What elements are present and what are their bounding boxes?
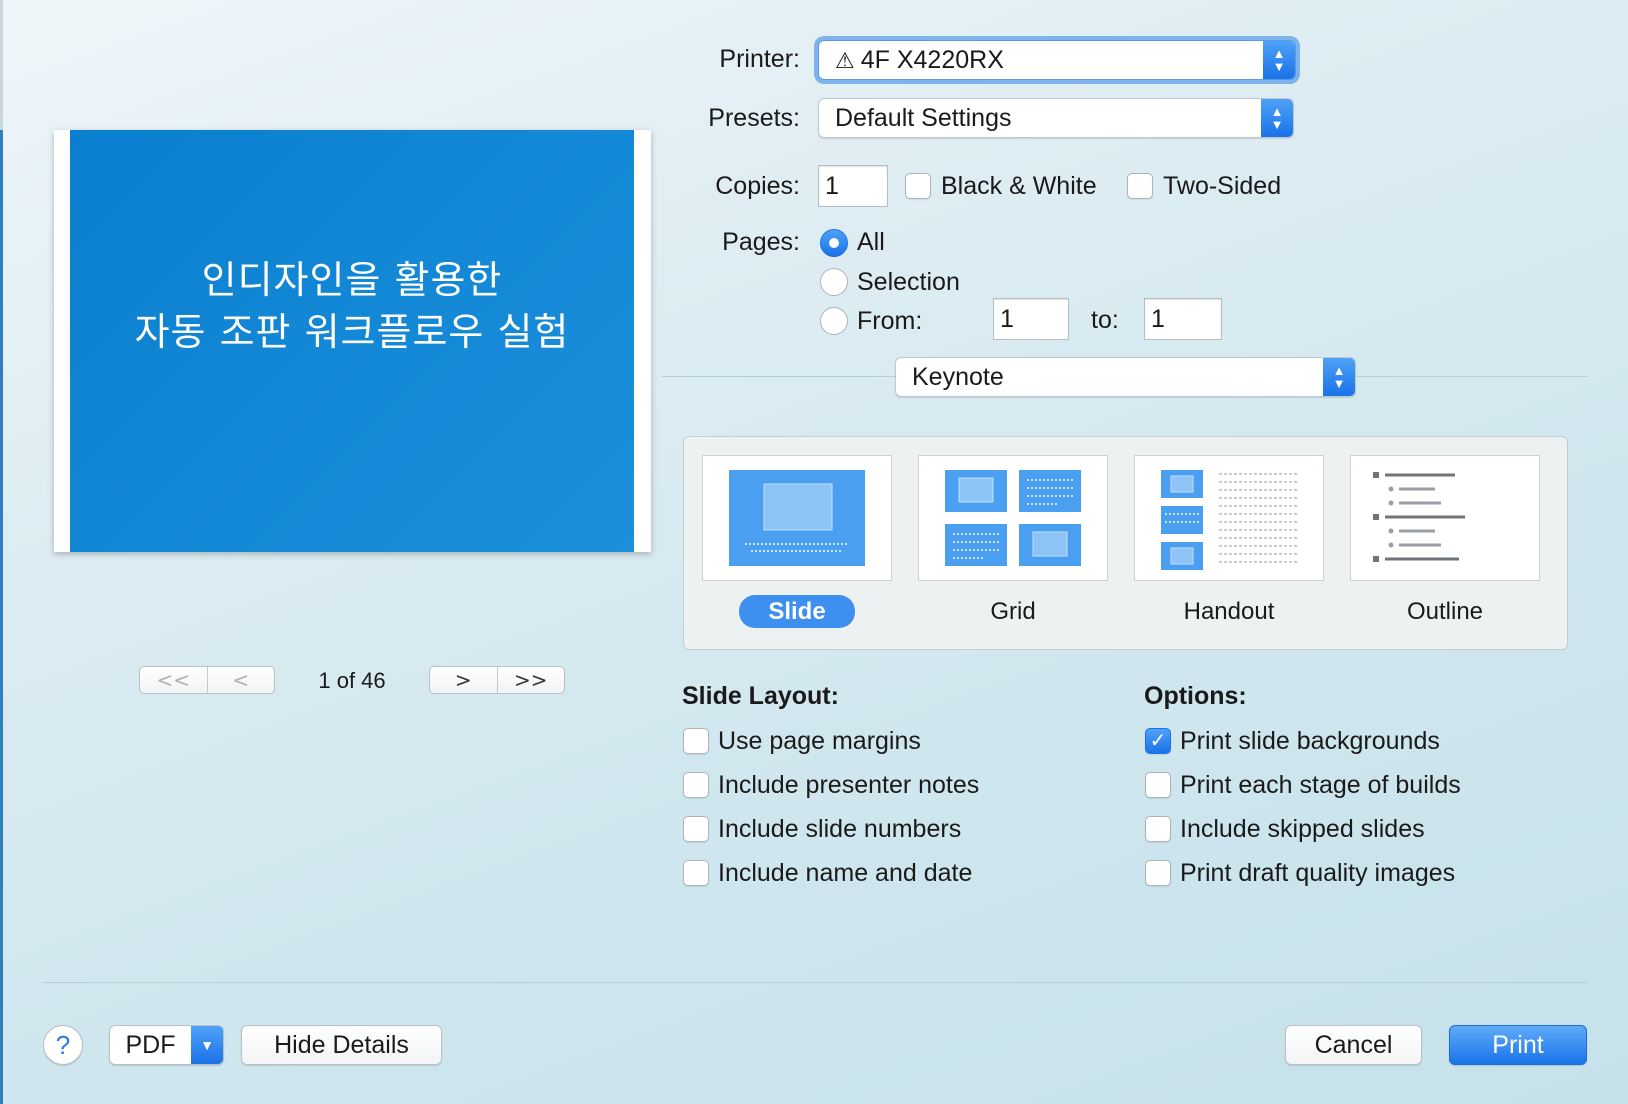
include-slide-numbers-checkbox[interactable] xyxy=(683,816,709,842)
layout-outline-thumbnail[interactable] xyxy=(1350,455,1540,581)
include-slide-numbers-label: Include slide numbers xyxy=(718,815,962,843)
layout-handout-label[interactable]: Handout xyxy=(1134,598,1324,626)
pdf-menu-button[interactable]: PDF ▼ xyxy=(109,1025,224,1065)
last-page-button[interactable]: >> xyxy=(496,667,565,693)
grid-layout-icon xyxy=(945,470,1081,566)
black-white-checkbox[interactable] xyxy=(905,173,931,199)
presets-value: Default Settings xyxy=(835,103,1012,132)
outline-layout-icon xyxy=(1373,472,1465,562)
include-name-date-checkbox[interactable] xyxy=(683,860,709,886)
pages-from-label: From: xyxy=(857,307,923,335)
presets-popup[interactable]: Default Settings ▲ ▼ xyxy=(818,98,1294,138)
layout-slide-thumbnail[interactable] xyxy=(702,455,892,581)
include-skipped-slides-checkbox[interactable] xyxy=(1145,816,1171,842)
include-presenter-notes-label: Include presenter notes xyxy=(718,771,980,799)
print-slide-backgrounds-label: Print slide backgrounds xyxy=(1180,727,1440,755)
print-slide-backgrounds-checkbox[interactable]: ✓ xyxy=(1145,728,1171,754)
preview-back-nav: << < xyxy=(139,666,275,694)
pages-label: Pages: xyxy=(722,228,800,256)
help-button[interactable]: ? xyxy=(43,1025,83,1065)
print-button[interactable]: Print xyxy=(1449,1025,1587,1065)
copies-label: Copies: xyxy=(715,172,800,200)
app-options-popup[interactable]: Keynote ▲ ▼ xyxy=(895,357,1356,397)
include-presenter-notes-checkbox[interactable] xyxy=(683,772,709,798)
hide-details-button[interactable]: Hide Details xyxy=(241,1025,442,1065)
presets-label: Presets: xyxy=(708,104,800,132)
print-each-stage-label: Print each stage of builds xyxy=(1180,771,1461,799)
preview-slide: 인디자인을 활용한 자동 조판 워크플로우 실험 xyxy=(70,130,634,552)
pages-selection-radio[interactable] xyxy=(820,268,848,296)
layout-grid-thumbnail[interactable] xyxy=(918,455,1108,581)
options-title: Options: xyxy=(1144,682,1247,710)
printer-value: 4F X4220RX xyxy=(860,45,1004,74)
popup-arrows-icon: ▲ ▼ xyxy=(1323,358,1355,396)
background-window-edge xyxy=(0,130,3,1104)
slide-title-line-2: 자동 조판 워크플로우 실험 xyxy=(134,310,570,354)
pages-all-label: All xyxy=(857,228,885,256)
chevron-down-icon: ▼ xyxy=(191,1026,223,1064)
print-each-stage-checkbox[interactable] xyxy=(1145,772,1171,798)
pages-from-radio[interactable] xyxy=(820,307,848,335)
from-page-field[interactable]: 1 xyxy=(993,298,1069,340)
black-white-label: Black & White xyxy=(941,172,1097,200)
slide-title-line-1: 인디자인을 활용한 xyxy=(201,258,503,302)
printer-label: Printer: xyxy=(719,45,800,73)
layout-handout-thumbnail[interactable] xyxy=(1134,455,1324,581)
include-skipped-slides-label: Include skipped slides xyxy=(1180,815,1425,843)
first-page-button[interactable]: << xyxy=(140,667,207,693)
slide-layout-title: Slide Layout: xyxy=(682,682,839,710)
pages-selection-label: Selection xyxy=(857,268,960,296)
to-page-field[interactable]: 1 xyxy=(1144,298,1222,340)
two-sided-label: Two-Sided xyxy=(1163,172,1282,200)
preview-forward-nav: > >> xyxy=(429,666,565,694)
app-options-value: Keynote xyxy=(912,362,1004,391)
use-page-margins-checkbox[interactable] xyxy=(683,728,709,754)
layout-grid-label[interactable]: Grid xyxy=(918,598,1108,626)
next-page-button[interactable]: > xyxy=(430,667,497,693)
layout-slide-label[interactable]: Slide xyxy=(702,595,892,628)
warning-icon: ⚠ xyxy=(835,47,855,73)
include-name-date-label: Include name and date xyxy=(718,859,973,887)
print-draft-quality-label: Print draft quality images xyxy=(1180,859,1456,887)
cancel-button[interactable]: Cancel xyxy=(1285,1025,1422,1065)
handout-layout-icon xyxy=(1161,470,1297,570)
checkmark-icon: ✓ xyxy=(1149,730,1167,752)
popup-arrows-icon: ▲ ▼ xyxy=(1261,99,1293,137)
print-draft-quality-checkbox[interactable] xyxy=(1145,860,1171,886)
slide-layout-icon xyxy=(729,470,865,566)
printer-popup[interactable]: ⚠ 4F X4220RX ▲ ▼ xyxy=(818,40,1296,80)
popup-arrows-icon: ▲ ▼ xyxy=(1263,41,1295,79)
pdf-label: PDF xyxy=(125,1030,176,1059)
previous-page-button[interactable]: < xyxy=(206,667,275,693)
two-sided-checkbox[interactable] xyxy=(1127,173,1153,199)
use-page-margins-label: Use page margins xyxy=(718,727,921,755)
page-count: 1 of 46 xyxy=(318,668,386,693)
pages-all-radio[interactable] xyxy=(820,229,848,257)
to-label: to: xyxy=(1091,306,1119,334)
footer-divider xyxy=(42,982,1588,983)
copies-field[interactable]: 1 xyxy=(818,165,888,207)
layout-outline-label[interactable]: Outline xyxy=(1350,598,1540,626)
